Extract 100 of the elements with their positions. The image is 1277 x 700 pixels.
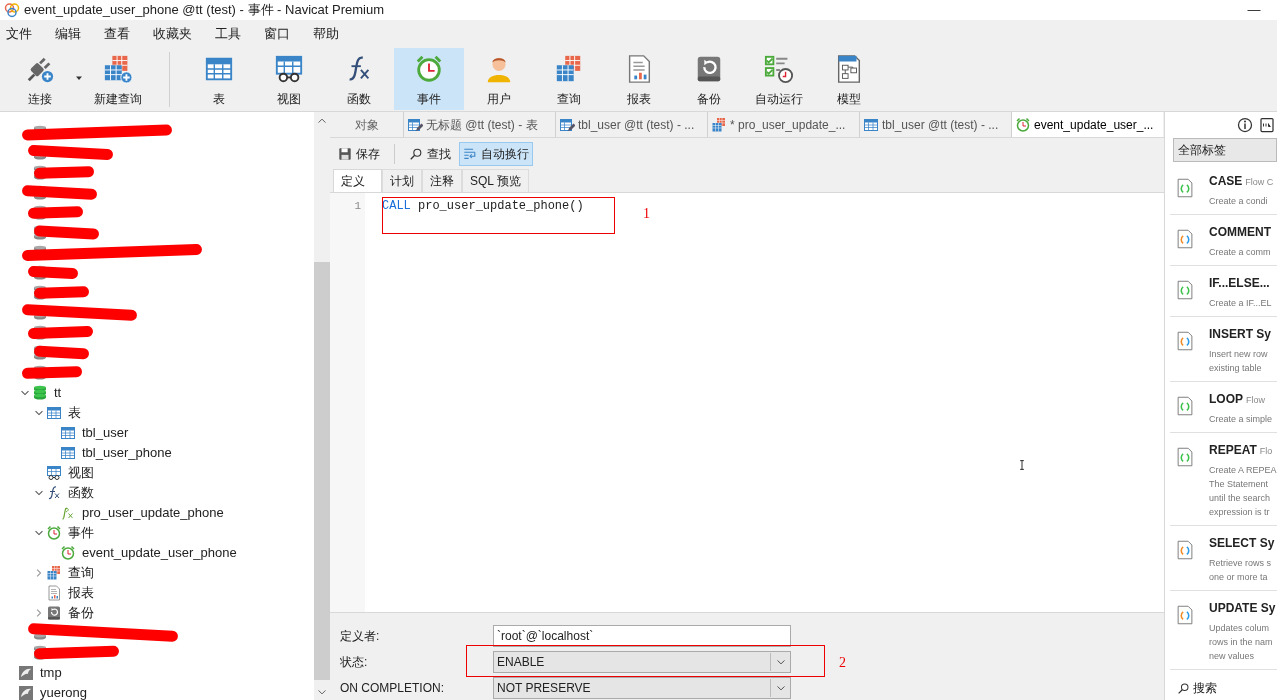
caret-icon: [776, 657, 786, 667]
info-icon: [1237, 117, 1253, 133]
snippet-category: Flow C: [1245, 176, 1274, 189]
menu-item[interactable]: 窗口: [264, 24, 290, 44]
menu-item[interactable]: 编辑: [55, 24, 81, 44]
toolbar-button[interactable]: 事件: [394, 48, 464, 110]
snippet-title: REPEAT: [1209, 443, 1257, 457]
toolbar-button[interactable]: 视图: [254, 48, 324, 110]
snippet-description: expression is tr: [1209, 506, 1271, 519]
snippet-card[interactable]: COMMENT Create a comm: [1170, 215, 1277, 266]
document-tab[interactable]: event_update_user_...: [1011, 112, 1163, 137]
toolbar-button[interactable]: 备份: [674, 48, 744, 110]
redaction-scribble: [27, 206, 84, 219]
tree-item[interactable]: 报表: [68, 583, 94, 603]
snippet-description: Updates colum: [1209, 622, 1271, 635]
menu-item[interactable]: 收藏夹: [153, 24, 192, 44]
toolbar-button[interactable]: 自动运行: [744, 48, 814, 110]
subtab[interactable]: 注释: [422, 169, 462, 192]
redaction-scribble: [21, 365, 83, 380]
snippet-description: Insert new row: [1209, 348, 1269, 361]
objects-tab[interactable]: 对象: [330, 112, 403, 137]
tree-item[interactable]: 查询: [68, 563, 94, 583]
line-number: 1: [354, 199, 361, 214]
toolbar-button[interactable]: 连接: [5, 48, 75, 110]
tree-item[interactable]: tt: [54, 383, 62, 403]
subtab[interactable]: 计划: [382, 169, 422, 192]
search-label[interactable]: 搜索: [1193, 679, 1217, 697]
definer-field[interactable]: `root`@`localhost`: [493, 625, 791, 647]
tree-item[interactable]: 事件: [68, 523, 94, 543]
snippet-file-icon: [1175, 538, 1195, 562]
tree-item[interactable]: 备份: [68, 603, 94, 623]
snippet-card[interactable]: UPDATE Sy Updates colum rows in the nam new values: [1170, 591, 1277, 670]
backup-icon: [46, 605, 62, 621]
snippet-title: IF...ELSE...: [1209, 276, 1270, 290]
table-glasses-icon: [274, 54, 304, 84]
snippet-title: CASE: [1209, 174, 1243, 188]
snippet-description: rows in the nam: [1209, 636, 1274, 649]
alarm-clock-icon: [414, 54, 444, 84]
snippet-title: SELECT Sy: [1209, 536, 1275, 550]
snippet-description: Create A REPEA: [1209, 464, 1277, 477]
snippet-description: Create a IF...EL: [1209, 297, 1272, 310]
toolbar-button[interactable]: 用户: [464, 48, 534, 110]
snippet-card[interactable]: CASE Flow C Create a condi: [1170, 164, 1277, 215]
menu-item[interactable]: 查看: [104, 24, 130, 44]
minimize-button[interactable]: —: [1231, 0, 1277, 20]
snippet-card[interactable]: IF...ELSE... Create a IF...EL: [1170, 266, 1277, 317]
query-grid-icon: [711, 116, 727, 133]
toolbar-button[interactable]: 函数: [324, 48, 394, 110]
toolbar-button[interactable]: 自动换行: [459, 141, 533, 166]
snippet-category: Flow: [1246, 394, 1266, 407]
redaction-scribble: [27, 265, 79, 280]
tree-item[interactable]: 函数: [68, 483, 94, 503]
toolbar-button[interactable]: 表: [184, 48, 254, 110]
scrollbar-thumb[interactable]: [314, 262, 330, 680]
table-icon: [46, 405, 62, 421]
alarm-clock-icon: [60, 545, 76, 561]
document-icon: [1259, 117, 1275, 133]
snippet-file-icon: [1175, 176, 1195, 200]
snippet-description: Create a condi: [1209, 195, 1269, 208]
toolbar-button[interactable]: 保存: [334, 141, 384, 166]
tree-item[interactable]: event_update_user_phone: [82, 543, 237, 563]
snippet-card[interactable]: INSERT Sy Insert new row existing table: [1170, 317, 1277, 382]
table-glasses-icon: [46, 465, 62, 481]
subtab[interactable]: SQL 预览: [462, 169, 529, 192]
toolbar-button[interactable]: 查找: [405, 141, 455, 166]
table-icon: [60, 425, 76, 441]
redaction-scribble: [27, 325, 94, 340]
toolbar-button[interactable]: 新建查询: [83, 48, 153, 110]
function-icon: [46, 485, 62, 501]
tree-item[interactable]: yuerong: [40, 683, 87, 700]
snippet-title: UPDATE Sy: [1209, 601, 1276, 615]
menu-item[interactable]: 帮助: [313, 24, 339, 44]
snippet-card[interactable]: REPEAT Flo Create A REPEA The Statement until the search expression is tr: [1170, 433, 1277, 526]
tree-item[interactable]: 视图: [68, 463, 94, 483]
tree-item[interactable]: tmp: [40, 663, 62, 683]
tree-item[interactable]: pro_user_update_phone: [82, 503, 224, 523]
snippet-description: Create a comm: [1209, 246, 1271, 259]
snippet-file-icon: [1175, 445, 1195, 469]
subtab[interactable]: 定义: [333, 169, 382, 192]
tag-filter-dropdown[interactable]: 全部标签: [1173, 138, 1277, 162]
menu-item[interactable]: 文件: [6, 24, 32, 44]
tree-item[interactable]: tbl_user_phone: [82, 443, 172, 463]
toolbar-button[interactable]: 查询: [534, 48, 604, 110]
dropdown[interactable]: NOT PRESERVE: [493, 677, 791, 699]
tree-item[interactable]: tbl_user: [82, 423, 129, 443]
scroll-down-icon: [317, 687, 327, 697]
redaction-scribble: [33, 165, 95, 180]
snippet-card[interactable]: SELECT Sy Retrieve rows s one or more ta: [1170, 526, 1277, 591]
caret-icon: [776, 683, 786, 693]
dropdown[interactable]: ENABLE: [493, 651, 791, 673]
menu-item[interactable]: 工具: [215, 24, 241, 44]
alarm-clock-icon: [46, 525, 62, 541]
snippet-card[interactable]: LOOP Flow Create a simple: [1170, 382, 1277, 433]
snippet-description: The Statement: [1209, 478, 1270, 491]
table-pencil-icon: [407, 116, 423, 133]
tree-item[interactable]: 表: [68, 403, 81, 423]
snippet-category: Flo: [1259, 445, 1273, 458]
toolbar-button[interactable]: 模型: [814, 48, 884, 110]
toolbar-button[interactable]: 报表: [604, 48, 674, 110]
scroll-up-icon: [317, 116, 327, 126]
